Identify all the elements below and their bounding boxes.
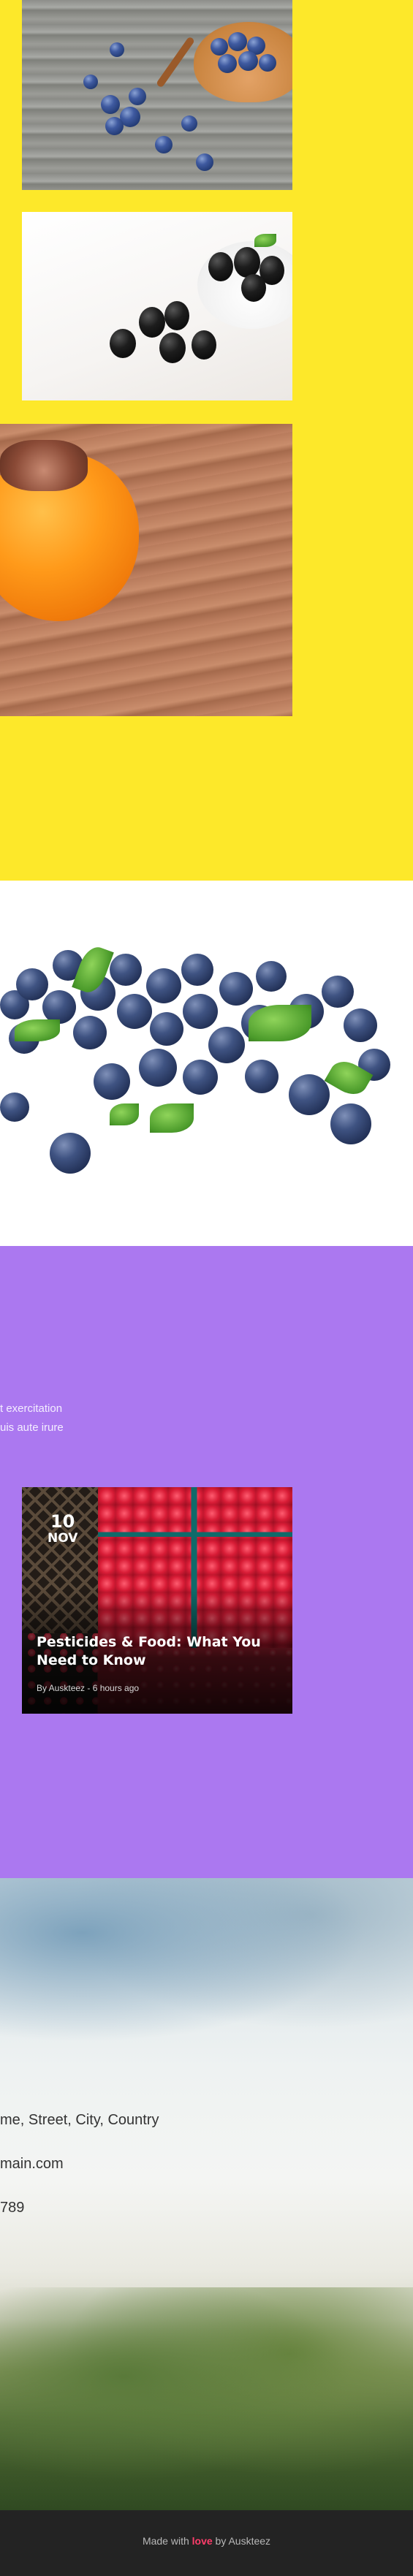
blueberry	[0, 1093, 29, 1122]
blueberry	[155, 136, 173, 153]
mint-leaf	[15, 1019, 60, 1041]
mint-leaf	[110, 1103, 139, 1125]
blueberry	[245, 1060, 279, 1093]
post-date-month: NOV	[48, 1531, 78, 1546]
blueberry	[322, 976, 354, 1008]
footer-credit: Made with love by Auskteez	[0, 2535, 413, 2547]
blueberry	[183, 994, 218, 1029]
blueberry	[50, 1133, 91, 1174]
blackberry	[139, 307, 165, 338]
portfolio-image-persimmon[interactable]	[0, 424, 292, 716]
blueberry	[110, 42, 124, 57]
blueberry	[105, 117, 124, 135]
contact-email[interactable]: main.com	[0, 2156, 64, 2173]
portfolio-image-blueberries-bowl[interactable]	[22, 0, 292, 190]
blackberry	[241, 274, 266, 302]
blueberry	[181, 115, 197, 132]
blueberry	[196, 153, 213, 171]
blueberry	[94, 1063, 130, 1100]
blueberry	[150, 1012, 183, 1046]
wooden-spoon	[155, 36, 196, 88]
blueberry	[211, 38, 228, 56]
intro-line: uis aute irure	[0, 1421, 64, 1434]
blueberry	[73, 1016, 107, 1049]
blog-section: t exercitation uis aute irure 10 NOV Pes…	[0, 1246, 413, 1878]
persimmon-calyx	[0, 440, 88, 491]
sky-clouds	[0, 1878, 413, 2061]
portfolio-section	[0, 0, 413, 881]
blueberry	[101, 95, 120, 114]
mint-leaf	[150, 1103, 194, 1133]
blueberry	[183, 1060, 218, 1095]
blackberry	[234, 247, 260, 278]
blueberry	[16, 968, 48, 1000]
post-date-day: 10	[50, 1511, 75, 1532]
mint-leaf	[249, 1005, 311, 1041]
blueberry	[219, 972, 253, 1006]
footer-love: love	[192, 2535, 213, 2547]
post-meta: By Auskteez - 6 hours ago	[37, 1683, 140, 1693]
post-date-badge: 10 NOV	[48, 1512, 77, 1546]
blueberry	[139, 1049, 177, 1087]
trees-silhouette	[0, 2287, 413, 2510]
mint-leaf	[254, 234, 276, 247]
blueberry	[344, 1008, 377, 1042]
blackberry	[192, 330, 216, 360]
footer-prefix: Made with	[142, 2535, 192, 2547]
blueberry	[117, 994, 152, 1029]
blueberries-banner	[0, 881, 413, 1246]
blueberry	[218, 54, 237, 73]
blueberry	[181, 954, 213, 986]
blueberry	[83, 75, 98, 89]
blueberry	[330, 1103, 371, 1144]
blueberry	[208, 1027, 245, 1063]
blog-post-card[interactable]: 10 NOV Pesticides & Food: What You Need …	[22, 1487, 292, 1714]
footer-suffix: by Auskteez	[212, 2535, 271, 2547]
blueberry	[129, 88, 146, 105]
blueberry	[146, 968, 181, 1003]
blog-intro-text: t exercitation uis aute irure	[0, 1399, 64, 1437]
intro-line: t exercitation	[0, 1402, 63, 1415]
blueberry	[238, 51, 258, 71]
blueberry	[228, 32, 247, 51]
blueberry	[256, 961, 287, 992]
contact-phone[interactable]: 789	[0, 2200, 24, 2216]
site-footer: Made with love by Auskteez	[0, 2510, 413, 2576]
contact-address: me, Street, City, Country	[0, 2112, 159, 2128]
blackberry	[164, 301, 189, 330]
blackberry	[208, 252, 233, 281]
blueberry	[259, 54, 276, 72]
post-title[interactable]: Pesticides & Food: What You Need to Know	[37, 1633, 285, 1670]
blackberry	[110, 329, 136, 358]
contact-section: me, Street, City, Country main.com 789	[0, 1878, 413, 2510]
portfolio-image-blackberries[interactable]	[22, 212, 292, 400]
blackberry	[159, 333, 186, 363]
blueberry	[110, 954, 142, 986]
